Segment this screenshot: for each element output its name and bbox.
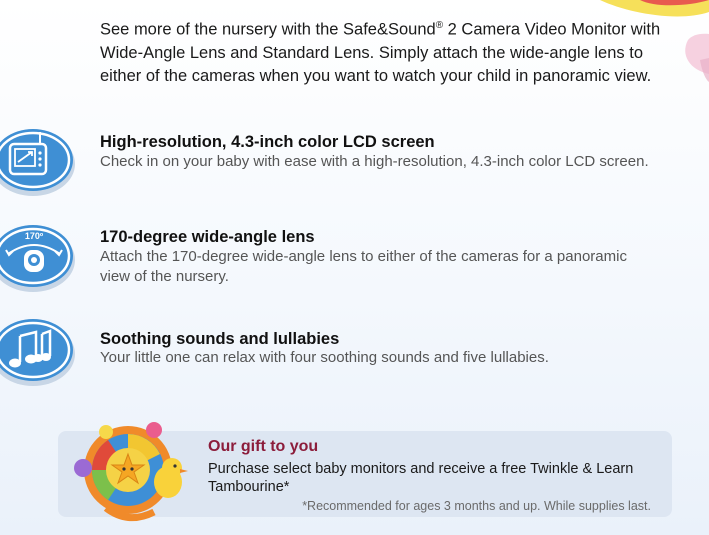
wide-angle-camera-icon: 170º xyxy=(0,225,75,292)
gift-title: Our gift to you xyxy=(208,438,319,455)
feature-description: Attach the 170-degree wide-angle lens to… xyxy=(100,248,627,285)
feature-description: Your little one can relax with four soot… xyxy=(100,349,549,366)
feature-lcd-screen: High-resolution, 4.3-inch color LCD scre… xyxy=(0,120,709,200)
tambourine-toy-image xyxy=(74,422,188,522)
feature-description: Check in on your baby with ease with a h… xyxy=(100,153,649,170)
intro-paragraph: See more of the nursery with the Safe&So… xyxy=(100,20,661,85)
gift-description: Purchase select baby monitors and receiv… xyxy=(208,461,634,495)
feature-title: Soothing sounds and lullabies xyxy=(100,330,340,348)
feature-soothing-sounds: Soothing sounds and lullabies Your littl… xyxy=(0,310,709,390)
feature-title: 170-degree wide-angle lens xyxy=(100,228,315,246)
gift-disclaimer: *Recommended for ages 3 months and up. W… xyxy=(302,499,651,513)
feature-title: High-resolution, 4.3-inch color LCD scre… xyxy=(100,133,435,151)
feature-wide-angle-lens: 170º 170-degree wide-angle lens Attach t… xyxy=(0,215,709,295)
music-notes-icon xyxy=(0,319,75,386)
lcd-screen-icon xyxy=(0,129,75,196)
icon-angle-label: 170º xyxy=(25,231,44,241)
